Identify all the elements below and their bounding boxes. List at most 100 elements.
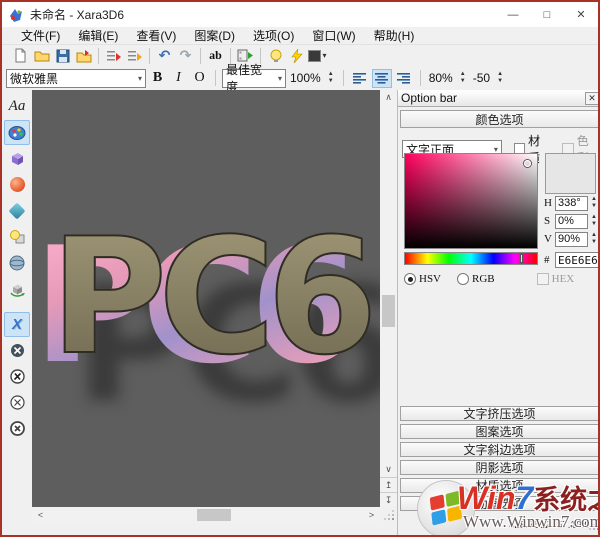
design-canvas[interactable]: PC6 PC6 PC6	[32, 90, 380, 507]
undo-icon[interactable]: ↶	[154, 47, 175, 65]
panel-resize-grip[interactable]	[591, 520, 600, 532]
saturation-input[interactable]: 0%	[555, 214, 588, 229]
lighting-options-tool[interactable]	[4, 224, 30, 249]
hue-input[interactable]: 338°	[555, 196, 588, 211]
view-circle-x-italic-tool[interactable]	[4, 364, 30, 389]
hue-slider[interactable]	[404, 252, 538, 265]
panel-close-icon[interactable]: ✕	[585, 92, 599, 105]
option-section-buttons: 文字挤压选项 图案选项 文字斜边选项 阴影选项 材质选项 动画选项	[400, 406, 599, 514]
zoom-in-page-icon[interactable]: ↥	[380, 477, 397, 492]
menu-help[interactable]: 帮助(H)	[365, 27, 424, 44]
options-toolbar: Aa X	[2, 90, 32, 535]
align-center-button[interactable]	[372, 69, 392, 88]
menu-edit[interactable]: 编辑(E)	[69, 27, 127, 44]
texture-options-button[interactable]: 材质选项	[400, 478, 599, 493]
chevron-down-icon: ▾	[274, 74, 282, 83]
extrude-cube-icon	[9, 151, 25, 167]
menu-options[interactable]: 选项(O)	[244, 27, 303, 44]
tracking-stepper[interactable]: ▲▼	[494, 69, 506, 87]
rgb-radio[interactable]	[457, 273, 469, 285]
bevel-options-button[interactable]: 文字斜边选项	[400, 442, 599, 457]
view-circle-x-outline-tool[interactable]	[4, 390, 30, 415]
design-options-button[interactable]: 图案选项	[400, 424, 599, 439]
value-input[interactable]: 90%	[555, 232, 588, 247]
open-file-icon[interactable]	[31, 47, 52, 65]
swatch-dropdown-icon[interactable]: ▾	[322, 51, 326, 60]
apply-style-icon[interactable]	[124, 47, 145, 65]
bold-button[interactable]: B	[148, 69, 167, 88]
saturation-label: S	[544, 215, 555, 227]
app-icon[interactable]	[8, 7, 24, 23]
export-icon[interactable]	[73, 47, 94, 65]
option-bar-header[interactable]: Option bar ✕	[398, 90, 600, 107]
font-size-stepper[interactable]: ▲▼	[325, 69, 337, 87]
zoom-out-page-icon[interactable]: ↧	[380, 492, 397, 507]
menu-window[interactable]: 窗口(W)	[303, 27, 364, 44]
extrusion-options-tool[interactable]	[4, 146, 30, 171]
menu-file[interactable]: 文件(F)	[12, 27, 69, 44]
color-swatch-icon[interactable]: ▾	[307, 47, 328, 65]
outline-button[interactable]: O	[190, 69, 209, 88]
redo-icon[interactable]: ↷	[175, 47, 196, 65]
shadow-options-button[interactable]: 阴影选项	[400, 460, 599, 475]
width-mode-select[interactable]: 最佳宽度 ▾	[222, 69, 286, 88]
animation-options-button[interactable]: 动画选项	[400, 496, 599, 511]
resize-grip[interactable]	[382, 508, 396, 522]
tracking-value[interactable]: -50	[471, 71, 492, 85]
extrusion-options-button[interactable]: 文字挤压选项	[400, 406, 599, 421]
hex-input[interactable]: E6E6E6	[555, 252, 600, 268]
text-edit-icon[interactable]: ab	[205, 47, 226, 65]
hex-label: #	[544, 254, 555, 266]
3d-text-face: PC6	[50, 203, 369, 390]
text-options-tool[interactable]: Aa	[4, 94, 30, 119]
aspect-ratio-value[interactable]: 80%	[427, 71, 455, 85]
texture-options-tool[interactable]	[4, 250, 30, 275]
horizontal-scroll-thumb[interactable]	[197, 509, 231, 521]
bevel-options-tool[interactable]	[4, 198, 30, 223]
hue-marker[interactable]	[520, 254, 523, 263]
align-left-button[interactable]	[350, 69, 370, 88]
horizontal-scrollbar[interactable]: < >	[32, 507, 380, 523]
edit-text-list-icon[interactable]	[103, 47, 124, 65]
saturation-stepper[interactable]: ▲▼	[588, 212, 600, 230]
saturation-value-picker[interactable]	[404, 153, 538, 249]
view-circle-x-filled-tool[interactable]	[4, 338, 30, 363]
3d-text-object: PC6 PC6 PC6	[50, 217, 369, 377]
scroll-left-icon[interactable]: <	[32, 508, 49, 523]
save-icon[interactable]	[52, 47, 73, 65]
chevron-down-icon: ▾	[134, 74, 142, 83]
color-options-tool[interactable]	[4, 120, 30, 145]
render-quality-icon[interactable]	[286, 47, 307, 65]
shadow-options-tool[interactable]	[4, 172, 30, 197]
scroll-right-icon[interactable]: >	[363, 508, 380, 523]
menu-design[interactable]: 图案(D)	[185, 27, 244, 44]
vertical-scroll-thumb[interactable]	[382, 295, 395, 327]
new-document-icon[interactable]	[10, 47, 31, 65]
scroll-up-icon[interactable]: ∧	[380, 90, 397, 105]
hue-field-row: H 338° ▲▼	[544, 195, 600, 211]
font-family-value: 微软雅黑	[10, 70, 58, 87]
close-button[interactable]: ✕	[564, 2, 598, 27]
italic-button[interactable]: I	[169, 69, 188, 88]
color-options-button[interactable]: 颜色选项	[400, 110, 599, 128]
hue-label: H	[544, 197, 555, 209]
hsv-radio[interactable]	[404, 273, 416, 285]
animation-options-tool[interactable]	[4, 276, 30, 301]
view-3d-text-tool[interactable]: X	[4, 312, 30, 337]
toolbar-separator	[420, 70, 421, 86]
scroll-down-icon[interactable]: ∨	[380, 462, 397, 477]
align-right-button[interactable]	[394, 69, 414, 88]
menu-view[interactable]: 查看(V)	[127, 27, 185, 44]
vertical-scrollbar[interactable]: ∧ ∨ ↥ ↧	[380, 90, 397, 507]
sv-cursor[interactable]	[524, 160, 531, 167]
sphere-icon	[10, 177, 25, 192]
maximize-button[interactable]: □	[530, 2, 564, 27]
minimize-button[interactable]: —	[496, 2, 530, 27]
globe-icon	[9, 255, 25, 271]
aspect-ratio-stepper[interactable]: ▲▼	[457, 69, 469, 87]
view-circle-x-ring-tool[interactable]	[4, 416, 30, 441]
font-family-select[interactable]: 微软雅黑 ▾	[6, 69, 146, 88]
hue-stepper[interactable]: ▲▼	[588, 194, 600, 212]
font-size-value[interactable]: 100%	[288, 71, 323, 85]
value-stepper[interactable]: ▲▼	[588, 230, 600, 248]
